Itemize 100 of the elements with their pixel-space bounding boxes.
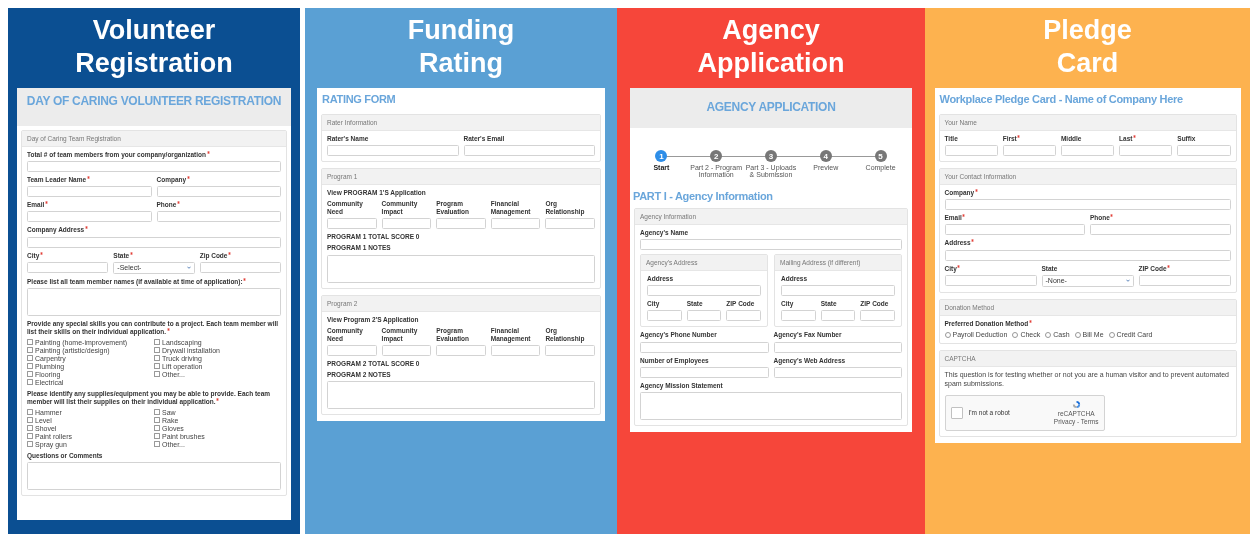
input-field[interactable] [647, 310, 682, 322]
required-icon [974, 189, 978, 193]
radio-button[interactable] [1108, 331, 1115, 338]
input-field[interactable] [199, 261, 281, 273]
input-field[interactable] [1138, 274, 1231, 286]
radio-button[interactable] [1012, 331, 1019, 338]
checkbox[interactable] [154, 347, 160, 354]
radio-button[interactable] [944, 331, 951, 338]
required-icon [206, 151, 210, 154]
step-number[interactable]: 1 [655, 150, 668, 162]
text-area[interactable] [327, 380, 595, 409]
input-field[interactable] [781, 285, 895, 297]
checkbox[interactable] [27, 347, 33, 354]
checkbox[interactable] [27, 339, 33, 346]
step-number[interactable]: 4 [819, 150, 832, 162]
input-field[interactable] [27, 186, 152, 198]
input-field[interactable] [27, 161, 281, 173]
required-icon [1017, 135, 1021, 138]
checkbox[interactable] [154, 417, 160, 423]
checkbox[interactable] [154, 363, 160, 370]
required-icon [1167, 264, 1171, 268]
input-field[interactable] [1002, 145, 1056, 157]
input-field[interactable] [381, 344, 432, 356]
radio-button[interactable] [1074, 331, 1081, 338]
input-field[interactable] [545, 218, 595, 230]
required-icon [1133, 135, 1136, 138]
checkbox[interactable] [154, 339, 160, 346]
checkbox[interactable] [154, 425, 160, 431]
checkbox[interactable] [27, 379, 33, 386]
checkbox[interactable] [27, 417, 33, 423]
text-area[interactable] [27, 287, 281, 316]
input-field[interactable] [490, 344, 541, 356]
input-field[interactable] [640, 341, 769, 353]
caret-icon [1125, 279, 1130, 283]
input-field[interactable] [156, 211, 281, 223]
checkbox[interactable] [154, 441, 160, 447]
required-icon [186, 176, 190, 180]
required-icon [176, 201, 180, 205]
required-icon [216, 398, 220, 402]
step-number[interactable]: 5 [874, 150, 887, 162]
checkbox[interactable] [27, 433, 33, 439]
input-field[interactable] [647, 285, 761, 297]
step-number[interactable]: 3 [765, 150, 777, 162]
input-field[interactable] [640, 366, 769, 378]
input-field[interactable] [860, 310, 895, 322]
required-icon [39, 251, 43, 255]
input-field[interactable] [27, 236, 281, 248]
input-field[interactable] [27, 261, 109, 273]
input-field[interactable] [773, 341, 902, 353]
step-number[interactable]: 2 [710, 150, 723, 162]
input-field[interactable] [1060, 145, 1115, 157]
form-banner: AGENCY APPLICATION [630, 88, 912, 128]
input-field[interactable] [156, 186, 281, 198]
input-field[interactable] [773, 366, 902, 378]
input-field[interactable] [944, 145, 998, 157]
checkbox[interactable] [27, 425, 33, 431]
text-area[interactable] [27, 461, 281, 490]
input-field[interactable] [327, 145, 459, 157]
input-field[interactable] [436, 344, 486, 356]
required-icon [962, 214, 966, 218]
checkbox[interactable] [27, 441, 33, 447]
input-field[interactable] [944, 224, 1085, 236]
input-field[interactable] [1119, 145, 1173, 157]
input-field[interactable] [686, 310, 722, 322]
input-field[interactable] [944, 249, 1231, 261]
captcha-checkbox[interactable] [950, 406, 963, 419]
input-field[interactable] [781, 310, 816, 322]
input-field[interactable] [327, 218, 377, 230]
text-area[interactable] [640, 391, 902, 420]
input-field[interactable] [490, 218, 541, 230]
input-field[interactable] [820, 310, 856, 322]
input-field[interactable] [463, 145, 595, 157]
checkbox[interactable] [154, 433, 160, 439]
input-field[interactable] [381, 218, 432, 230]
input-field[interactable] [944, 274, 1037, 286]
input-field[interactable] [1090, 224, 1231, 236]
required-icon [243, 277, 247, 281]
required-icon [227, 251, 231, 255]
checkbox[interactable] [154, 355, 160, 362]
checkbox[interactable] [27, 363, 33, 370]
required-icon [1028, 319, 1032, 323]
checkbox[interactable] [27, 371, 33, 378]
checkbox[interactable] [27, 355, 33, 362]
caret-icon [186, 266, 191, 270]
text-area[interactable] [327, 254, 595, 283]
input-field[interactable] [640, 239, 902, 251]
section-title: PART I - Agency Information [632, 189, 774, 204]
input-field[interactable] [944, 199, 1231, 211]
form-banner: DAY OF CARING VOLUNTEER REGISTRATION [17, 88, 291, 126]
input-field[interactable] [726, 310, 761, 322]
input-field[interactable] [1177, 145, 1231, 157]
input-field[interactable] [545, 344, 595, 356]
checkbox[interactable] [27, 409, 33, 415]
input-field[interactable] [327, 344, 377, 356]
input-field[interactable] [436, 218, 486, 230]
checkbox[interactable] [154, 371, 160, 378]
required-icon [129, 251, 133, 255]
checkbox[interactable] [154, 409, 160, 415]
radio-button[interactable] [1045, 331, 1052, 338]
input-field[interactable] [27, 211, 152, 223]
